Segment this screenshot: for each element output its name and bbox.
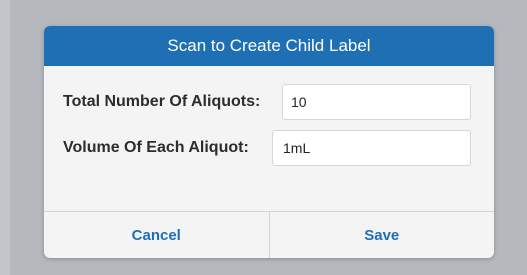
create-child-label-dialog: Scan to Create Child Label Total Number … [44,26,494,258]
aliquot-count-label: Total Number Of Aliquots: [63,93,261,110]
aliquot-count-row: Total Number Of Aliquots: [44,84,494,120]
dialog-title: Scan to Create Child Label [167,36,371,55]
backdrop-edge [0,0,10,275]
aliquot-count-input[interactable] [282,84,471,120]
aliquot-volume-row: Volume Of Each Aliquot: [44,130,494,166]
aliquot-volume-label: Volume Of Each Aliquot: [63,139,249,156]
cancel-button[interactable]: Cancel [44,212,269,258]
dialog-footer: Cancel Save [44,211,494,258]
dialog-header: Scan to Create Child Label [44,26,494,66]
save-button[interactable]: Save [270,212,495,258]
aliquot-volume-input[interactable] [272,130,471,166]
